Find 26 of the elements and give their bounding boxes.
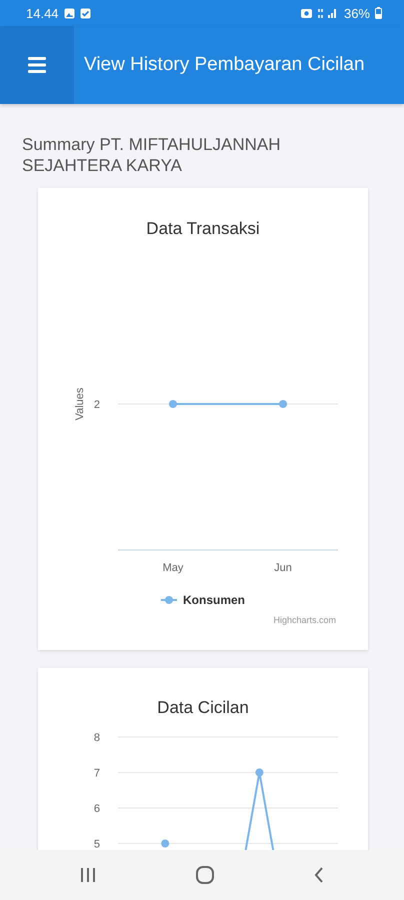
y-tick-label: 7 [94,768,100,780]
gallery-icon [64,8,75,18]
chart-title: Data Transaksi [146,219,260,238]
x-tick-label: Jun [274,562,292,574]
y-axis-label: Values [74,388,86,420]
home-icon [196,866,214,884]
signal-icon [316,8,339,18]
recent-apps-icon [79,867,98,883]
y-tick-label: 2 [94,399,100,411]
back-icon [312,866,325,884]
battery-icon [375,7,382,19]
data-point [161,840,170,848]
status-time: 14.44 [26,6,59,20]
menu-button[interactable] [0,26,74,104]
chart-title: Data Cicilan [157,698,249,717]
y-tick-label: 6 [94,803,100,815]
y-tick-label: 8 [94,732,100,744]
app-bar-title: View History Pembayaran Cicilan [84,54,365,76]
x-tick-label: May [162,562,184,574]
battery-percentage: 36% [344,6,370,20]
legend-item[interactable]: Konsumen [183,593,246,607]
summary-heading: Summary PT. MIFTAHULJANNAH SEJAHTERA KARYA [22,134,282,176]
check-icon [80,8,91,18]
y-tick-label: 5 [94,838,100,850]
menu-icon [28,56,46,74]
data-point [255,768,264,776]
